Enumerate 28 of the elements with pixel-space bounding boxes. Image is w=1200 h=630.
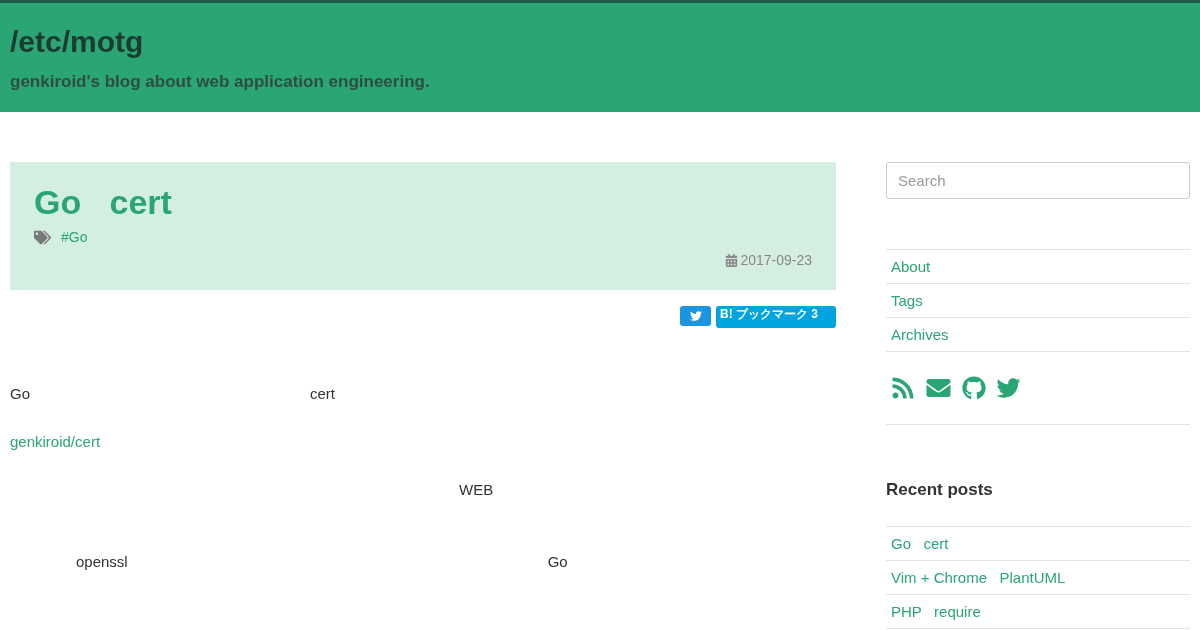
body-text: WEB: [459, 480, 494, 500]
repo-link[interactable]: genkiroid/cert: [10, 432, 101, 480]
body-text: cert: [310, 384, 336, 404]
recent-posts-heading: Recent posts: [886, 479, 994, 501]
github-icon[interactable]: [962, 376, 986, 400]
recent-post-link[interactable]: Vim + Chrome PlantUML: [886, 560, 1190, 595]
twitter-icon: [689, 310, 702, 322]
bookmark-button[interactable]: B! ブックマーク 3: [716, 306, 836, 328]
post-date: 2017-09-23: [740, 251, 812, 270]
mail-icon[interactable]: [925, 376, 952, 400]
body-text: Go: [547, 552, 568, 572]
tags-icon: [34, 229, 51, 246]
calendar-icon: [725, 254, 739, 267]
rss-icon[interactable]: [891, 376, 915, 400]
body-text: openssl: [76, 552, 128, 572]
sidebar-nav-link[interactable]: Archives: [886, 318, 1190, 352]
recent-post-link[interactable]: PHP require: [886, 594, 1190, 629]
site-tagline: genkiroid's blog about web application engineering.: [10, 71, 431, 93]
recent-post-link[interactable]: Go cert: [886, 526, 1190, 561]
tweet-button[interactable]: [680, 306, 711, 326]
tag-link[interactable]: #Go: [61, 227, 88, 248]
sidebar-nav-link[interactable]: Tags: [886, 284, 1190, 318]
twitter-icon[interactable]: [996, 376, 1021, 400]
body-text: Go: [10, 384, 30, 404]
sidebar-nav-link[interactable]: About: [886, 250, 1190, 284]
site-title[interactable]: /etc/motg: [10, 23, 1190, 61]
search-field[interactable]: Search: [886, 162, 1190, 199]
post-title: Go cert: [34, 182, 173, 222]
